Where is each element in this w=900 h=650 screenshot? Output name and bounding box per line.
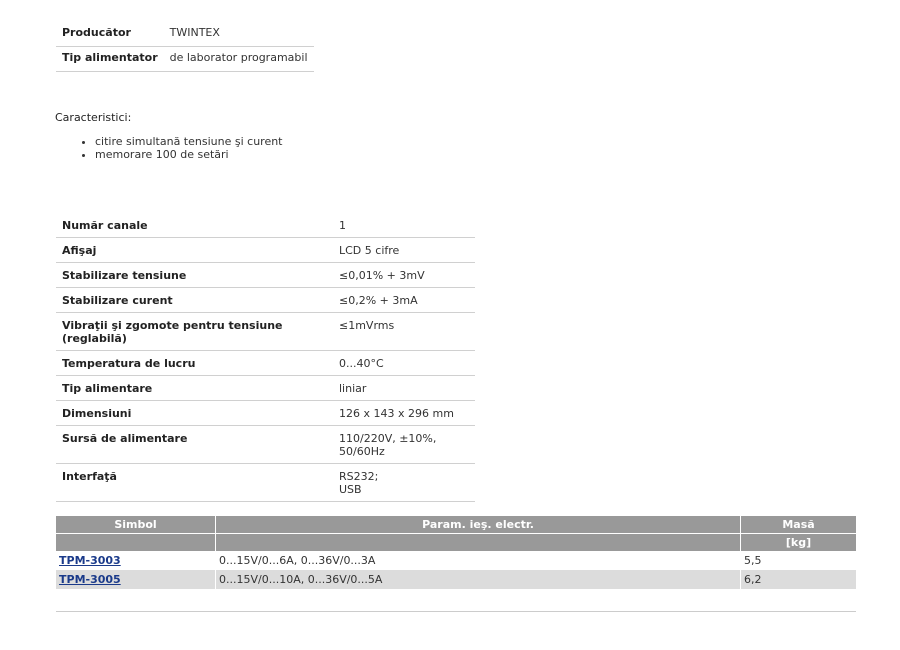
spec-value: 110/220V, ±10%, 50/60Hz	[333, 425, 475, 464]
spec-row: Dimensiuni 126 x 143 x 296 mm	[56, 400, 475, 426]
models-table: Simbol Param. ieş. electr. Masă [kg] TPM…	[56, 516, 856, 589]
spec-label: Tip alimentare	[56, 375, 333, 401]
mass-cell: 5,5	[740, 551, 856, 570]
spec-row: Stabilizare curent ≤0,2% + 3mA	[56, 287, 475, 313]
bottom-divider	[56, 611, 856, 612]
product-summary-table: Producător TWINTEX Tip alimentator de la…	[56, 22, 314, 72]
spec-label: Număr canale	[56, 213, 333, 238]
spec-value: ≤0,2% + 3mA	[333, 287, 475, 313]
spec-label: Dimensiuni	[56, 400, 333, 426]
summary-value: de laborator programabil	[163, 46, 314, 72]
mass-cell: 6,2	[740, 570, 856, 589]
summary-value: TWINTEX	[163, 22, 314, 47]
spec-row: Tip alimentare liniar	[56, 375, 475, 401]
list-item: citire simultană tensiune şi curent	[95, 135, 283, 148]
symbol-cell: TPM-3005	[56, 570, 216, 589]
spec-row: Stabilizare tensiune ≤0,01% + 3mV	[56, 262, 475, 288]
product-link[interactable]: TPM-3005	[59, 573, 121, 586]
symbol-header: Simbol	[56, 516, 216, 534]
summary-row: Producător TWINTEX	[56, 22, 314, 47]
spec-value: ≤1mVrms	[333, 312, 475, 351]
summary-row: Tip alimentator de laborator programabil	[56, 46, 314, 72]
models-header-row: Simbol Param. ieş. electr. Masă	[56, 516, 856, 534]
spec-value: 0...40°C	[333, 350, 475, 376]
spec-value: liniar	[333, 375, 475, 401]
spec-value: ≤0,01% + 3mV	[333, 262, 475, 288]
params-cell: 0...15V/0...10A, 0...36V/0...5A	[215, 570, 741, 589]
spec-row: Vibraţii şi zgomote pentru tensiune (reg…	[56, 312, 475, 351]
spec-value: 1	[333, 213, 475, 238]
spec-value: 126 x 143 x 296 mm	[333, 400, 475, 426]
summary-label: Producător	[56, 22, 164, 47]
params-header: Param. ieş. electr.	[215, 516, 741, 534]
interface-line: USB	[339, 483, 362, 496]
mass-header: Masă	[740, 516, 856, 534]
params-subheader	[215, 533, 741, 551]
table-row: TPM-3003 0...15V/0...6A, 0...36V/0...3A …	[56, 551, 856, 570]
spec-label: Stabilizare curent	[56, 287, 333, 313]
spec-label: Vibraţii şi zgomote pentru tensiune (reg…	[56, 312, 333, 351]
spec-value: LCD 5 cifre	[333, 237, 475, 263]
spec-label: Sursă de alimentare	[56, 425, 333, 464]
spec-label: Stabilizare tensiune	[56, 262, 333, 288]
spec-label: Interfaţă	[56, 463, 333, 502]
spec-row: Interfaţă RS232; USB	[56, 463, 475, 502]
list-item: memorare 100 de setări	[95, 148, 283, 161]
table-row: TPM-3005 0...15V/0...10A, 0...36V/0...5A…	[56, 570, 856, 589]
specifications-table: Număr canale 1 Afişaj LCD 5 cifre Stabil…	[56, 213, 475, 502]
summary-label: Tip alimentator	[56, 46, 164, 72]
spec-row: Afişaj LCD 5 cifre	[56, 237, 475, 263]
models-subheader-row: [kg]	[56, 533, 856, 551]
params-cell: 0...15V/0...6A, 0...36V/0...3A	[215, 551, 741, 570]
product-link[interactable]: TPM-3003	[59, 554, 121, 567]
spec-row: Număr canale 1	[56, 213, 475, 238]
interface-line: RS232;	[339, 470, 379, 483]
spec-row: Temperatura de lucru 0...40°C	[56, 350, 475, 376]
spec-label: Temperatura de lucru	[56, 350, 333, 376]
symbol-cell: TPM-3003	[56, 551, 216, 570]
spec-value: RS232; USB	[333, 463, 475, 502]
spec-label: Afişaj	[56, 237, 333, 263]
symbol-subheader	[56, 533, 216, 551]
characteristics-list: citire simultană tensiune şi curent memo…	[55, 135, 283, 161]
spec-row: Sursă de alimentare 110/220V, ±10%, 50/6…	[56, 425, 475, 464]
mass-unit-header: [kg]	[740, 533, 856, 551]
characteristics-heading: Caracteristici:	[55, 111, 132, 124]
